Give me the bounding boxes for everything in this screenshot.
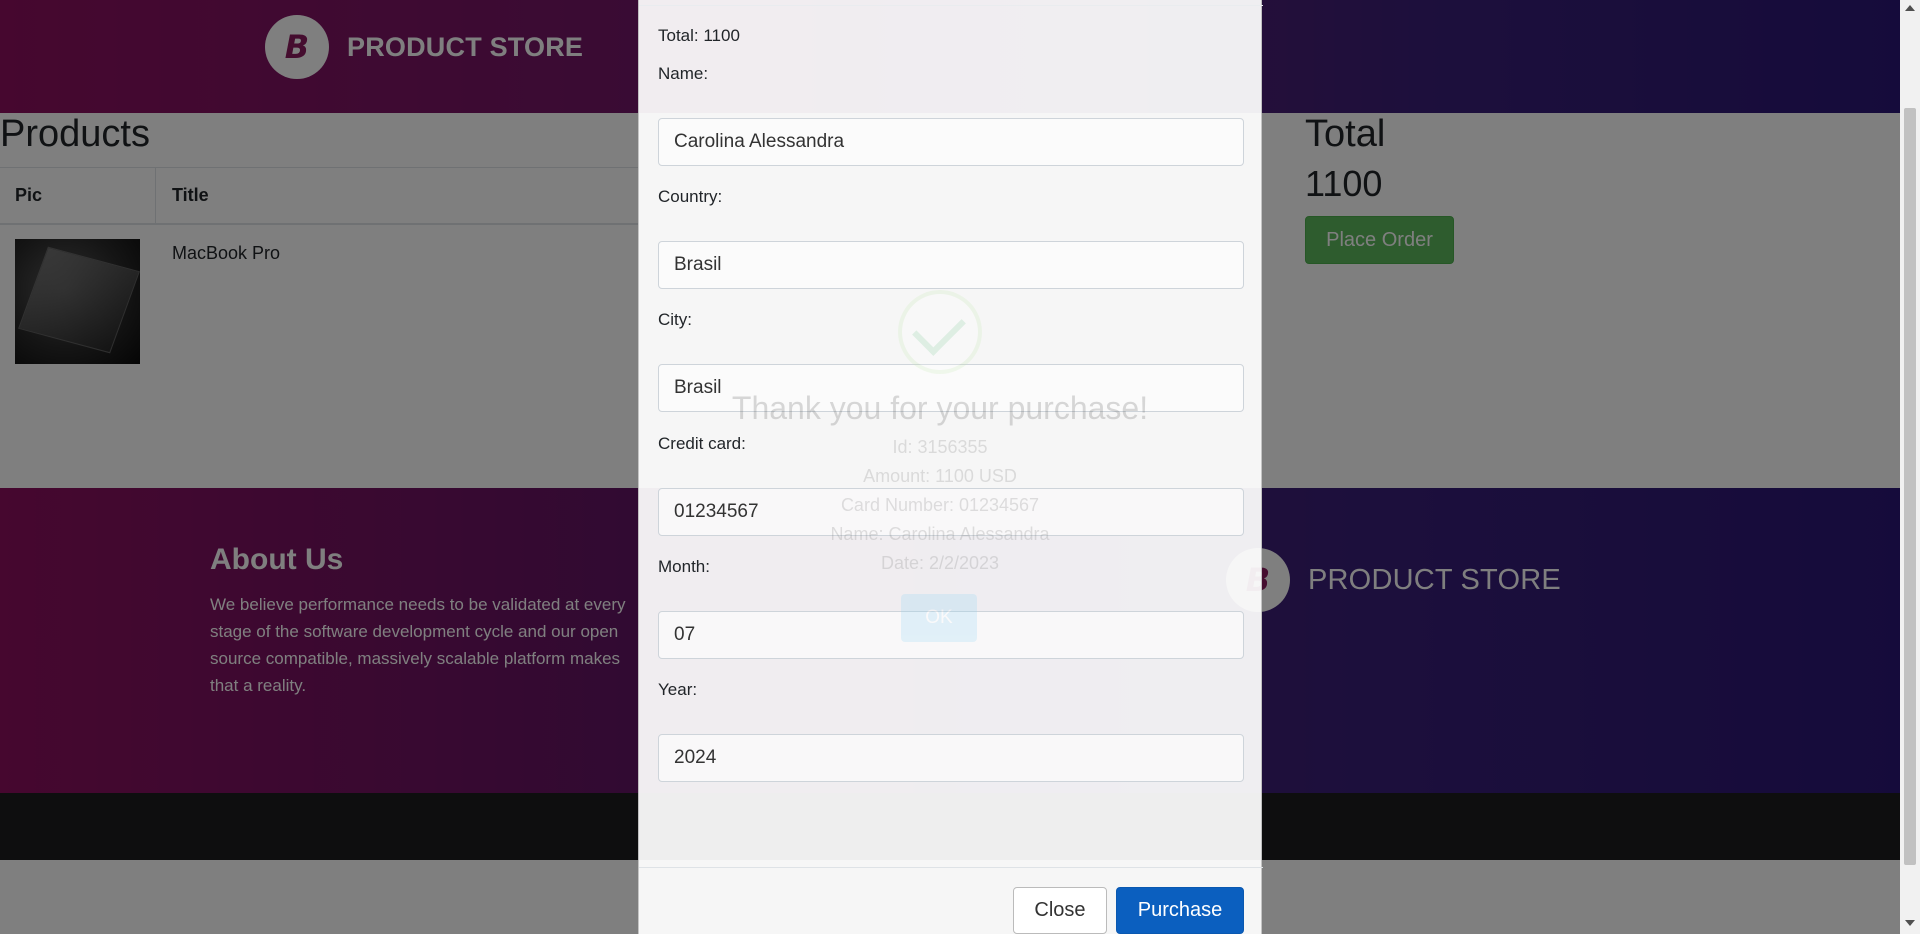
scroll-down-arrow-icon[interactable] (1905, 920, 1915, 926)
alert-card-number: Card Number: 01234567 (840, 495, 1040, 515)
alert-name: Name: Carolina Alessandra (830, 524, 1050, 544)
order-total: Total: 1100 (658, 26, 740, 45)
alert-amount: Amount: 1100 USD (863, 466, 1017, 486)
alert-id: Id: 3156355 (892, 437, 988, 457)
scrollbar-thumb[interactable] (1904, 108, 1916, 865)
purchase-confirmation-alert: Thank you for your purchase! Id: 3156355… (690, 280, 1190, 660)
vertical-scrollbar[interactable] (1900, 0, 1920, 934)
city-label: City: (658, 310, 692, 329)
modal-footer-divider (639, 867, 1263, 868)
name-field[interactable] (658, 118, 1244, 166)
close-button[interactable]: Close (1013, 887, 1107, 934)
country-label: Country: (658, 187, 723, 206)
success-check-icon (898, 290, 982, 374)
year-label: Year: (658, 680, 698, 699)
modal-header-divider (639, 5, 1263, 6)
scroll-up-arrow-icon[interactable] (1905, 5, 1915, 11)
year-field[interactable] (658, 734, 1244, 782)
alert-date: Date: 2/2/2023 (880, 553, 1000, 573)
purchase-button[interactable]: Purchase (1116, 887, 1244, 934)
alert-title: Thank you for your purchase! (731, 390, 1149, 426)
alert-ok-button[interactable]: OK (901, 594, 977, 642)
name-label: Name: (658, 64, 709, 83)
